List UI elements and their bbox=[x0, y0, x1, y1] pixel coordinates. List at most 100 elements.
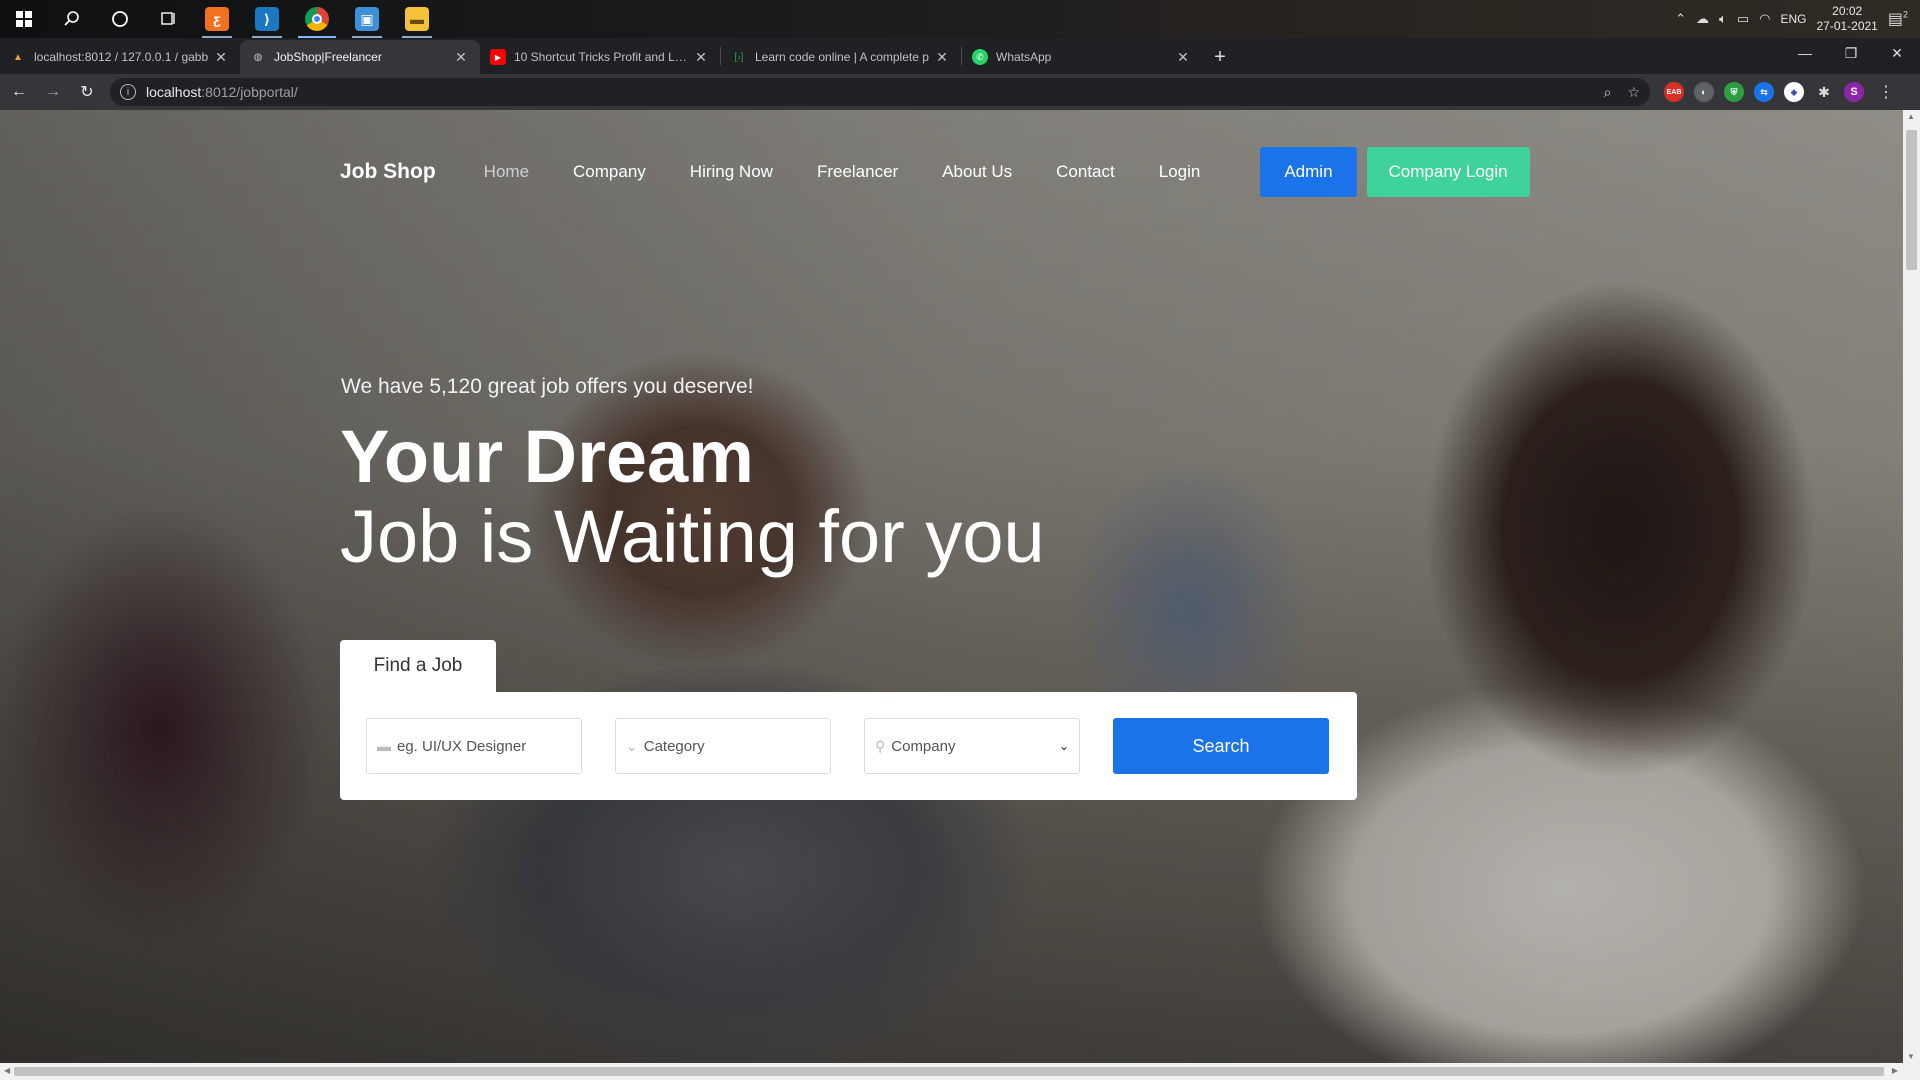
close-icon[interactable]: ✕ bbox=[1174, 49, 1192, 66]
keyword-input[interactable]: ▬ eg. UI/UX Designer bbox=[366, 718, 582, 774]
menu-kebab-icon[interactable]: ⋮ bbox=[1878, 82, 1894, 102]
clock[interactable]: 20:02 27-01-2021 bbox=[1816, 4, 1877, 34]
horizontal-scrollbar[interactable]: ◀ ▶ bbox=[0, 1063, 1920, 1080]
close-icon[interactable]: ✕ bbox=[212, 49, 230, 66]
vscode-icon: ⟩ bbox=[255, 7, 279, 31]
chevron-up-icon[interactable]: ⌃ bbox=[1675, 11, 1686, 27]
tab-title: WhatsApp bbox=[996, 50, 1052, 64]
volume-icon[interactable]: 🔈︎ bbox=[1719, 11, 1727, 27]
file-explorer-app[interactable]: ▬ bbox=[392, 0, 442, 38]
notification-icon[interactable]: ▤2 bbox=[1888, 9, 1908, 29]
vscode-app[interactable]: ⟩ bbox=[242, 0, 292, 38]
scroll-down-icon[interactable]: ▼ bbox=[1907, 1052, 1915, 1061]
hero-tagline: We have 5,120 great job offers you deser… bbox=[341, 375, 754, 398]
scroll-right-icon[interactable]: ▶ bbox=[1892, 1066, 1898, 1075]
tab-title: localhost:8012 / 127.0.0.1 / gabb bbox=[34, 50, 209, 64]
youtube-icon: ▶ bbox=[490, 49, 506, 65]
address-bar[interactable]: i localhost:8012/jobportal/ ⌕ ☆ bbox=[110, 78, 1650, 106]
shield-extension-icon[interactable]: ⛨ bbox=[1724, 82, 1744, 102]
company-select-value: Company bbox=[891, 737, 956, 755]
diamond-extension-icon[interactable]: ◆ bbox=[1784, 82, 1804, 102]
search-form: ▬ eg. UI/UX Designer ⌄ Category ⚲ Compan… bbox=[340, 692, 1357, 800]
briefcase-icon: ▬ bbox=[377, 738, 391, 754]
reload-icon[interactable]: ↻ bbox=[72, 77, 102, 107]
notification-count: 2 bbox=[1902, 9, 1908, 20]
wifi-icon[interactable]: ◠ bbox=[1759, 11, 1770, 27]
tab-learn-code[interactable]: [›] Learn code online | A complete p ✕ bbox=[721, 40, 961, 74]
brand-logo[interactable]: Job Shop bbox=[340, 160, 436, 184]
nav-company[interactable]: Company bbox=[573, 162, 646, 182]
close-icon[interactable]: ✕ bbox=[692, 49, 710, 66]
hero-headline-light: Job is Waiting for you bbox=[340, 495, 1045, 578]
nav-freelancer[interactable]: Freelancer bbox=[817, 162, 898, 182]
battery-icon[interactable]: ▭ bbox=[1737, 11, 1749, 27]
nav-login[interactable]: Login bbox=[1159, 162, 1201, 182]
new-tab-button[interactable]: + bbox=[1202, 40, 1238, 74]
onedrive-icon[interactable]: ☁ bbox=[1696, 11, 1709, 27]
chevron-down-icon: ⌄ bbox=[626, 737, 638, 754]
nav-about-us[interactable]: About Us bbox=[942, 162, 1012, 182]
select-arrow-icon: ⌄ bbox=[1058, 739, 1069, 753]
window-controls: — ❐ ✕ bbox=[1782, 38, 1920, 74]
job-search-panel: Find a Job ▬ eg. UI/UX Designer ⌄ Catego… bbox=[340, 640, 1357, 800]
puzzle-extensions-icon[interactable]: ✱ bbox=[1814, 82, 1834, 102]
close-icon[interactable]: ✕ bbox=[452, 49, 470, 66]
tab-whatsapp[interactable]: ✆ WhatsApp ✕ bbox=[962, 40, 1202, 74]
phpmyadmin-icon: ▲ bbox=[13, 51, 23, 63]
nav-home[interactable]: Home bbox=[484, 162, 529, 182]
language-indicator[interactable]: ENG bbox=[1780, 12, 1806, 26]
eab-extension-icon[interactable]: EAB bbox=[1664, 82, 1684, 102]
hero-text: We have 5,120 great job offers you deser… bbox=[340, 375, 1045, 577]
privacy-extension-icon[interactable]: ◐ bbox=[1694, 82, 1714, 102]
close-window-icon[interactable]: ✕ bbox=[1874, 38, 1920, 68]
restore-icon[interactable]: ❐ bbox=[1828, 38, 1874, 68]
xampp-icon: ƹ bbox=[205, 7, 229, 31]
forward-icon[interactable]: → bbox=[38, 77, 68, 107]
zoom-icon[interactable]: ⌕ bbox=[1604, 84, 1612, 101]
profile-avatar[interactable]: S bbox=[1844, 82, 1864, 102]
category-select[interactable]: ⌄ Category bbox=[615, 718, 831, 774]
browser-toolbar: ← → ↻ i localhost:8012/jobportal/ ⌕ ☆ EA… bbox=[0, 74, 1920, 110]
windows-taskbar: ƹ ⟩ ▣ ▬ ⌃ ☁ 🔈︎ ▭ ◠ ENG 20:02 27-01-2021 … bbox=[0, 0, 1920, 38]
extensions-bar: EAB ◐ ⛨ ⇆ ◆ ✱ S ⋮ bbox=[1664, 82, 1894, 102]
scroll-left-icon[interactable]: ◀ bbox=[4, 1066, 10, 1075]
back-icon[interactable]: ← bbox=[4, 77, 34, 107]
admin-button[interactable]: Admin bbox=[1260, 147, 1357, 197]
tab-jobshop[interactable]: ◍ JobShop|Freelancer ✕ bbox=[240, 40, 480, 74]
hero-background-photo bbox=[0, 110, 1903, 1063]
company-login-button[interactable]: Company Login bbox=[1366, 147, 1530, 197]
tab-title: 10 Shortcut Tricks Profit and Loss bbox=[514, 50, 692, 64]
translate-extension-icon[interactable]: ⇆ bbox=[1754, 82, 1774, 102]
tab-phpmyadmin[interactable]: ▲ localhost:8012 / 127.0.0.1 / gabb ✕ bbox=[0, 40, 240, 74]
windows-start-icon[interactable] bbox=[0, 0, 48, 38]
scroll-up-icon[interactable]: ▲ bbox=[1907, 112, 1915, 121]
search-button[interactable]: Search bbox=[1113, 718, 1329, 774]
tab-find-a-job[interactable]: Find a Job bbox=[340, 640, 496, 692]
system-tray: ⌃ ☁ 🔈︎ ▭ ◠ ENG 20:02 27-01-2021 ▤2 bbox=[1675, 0, 1920, 38]
close-icon[interactable]: ✕ bbox=[933, 49, 951, 66]
vertical-scrollbar[interactable]: ▲ ▼ bbox=[1903, 110, 1920, 1063]
clock-date: 27-01-2021 bbox=[1816, 19, 1878, 33]
minimize-icon[interactable]: — bbox=[1782, 38, 1828, 68]
vertical-scroll-thumb[interactable] bbox=[1906, 130, 1917, 270]
xampp-app[interactable]: ƹ bbox=[192, 0, 242, 38]
chrome-app[interactable] bbox=[292, 0, 342, 38]
nav-hiring-now[interactable]: Hiring Now bbox=[690, 162, 773, 182]
url-path: :8012/jobportal/ bbox=[201, 84, 298, 100]
search-icon[interactable] bbox=[48, 0, 96, 38]
cortana-circle-icon[interactable] bbox=[96, 0, 144, 38]
info-icon[interactable]: i bbox=[120, 84, 136, 100]
company-select[interactable]: ⚲ Company ⌄ bbox=[864, 718, 1080, 774]
control-panel-app[interactable]: ▣ bbox=[342, 0, 392, 38]
keyword-placeholder: eg. UI/UX Designer bbox=[397, 737, 527, 755]
bookmark-star-icon[interactable]: ☆ bbox=[1627, 84, 1640, 101]
task-view-icon[interactable] bbox=[144, 0, 192, 38]
whatsapp-icon: ✆ bbox=[972, 49, 988, 65]
nav-contact[interactable]: Contact bbox=[1056, 162, 1115, 182]
tab-youtube[interactable]: ▶ 10 Shortcut Tricks Profit and Loss ✕ bbox=[480, 40, 720, 74]
tab-title: Learn code online | A complete p bbox=[755, 50, 929, 64]
horizontal-scroll-thumb[interactable] bbox=[14, 1067, 1884, 1076]
code-icon: [›] bbox=[734, 51, 744, 63]
control-panel-icon: ▣ bbox=[355, 7, 379, 31]
browser-tab-strip: ▲ localhost:8012 / 127.0.0.1 / gabb ✕ ◍ … bbox=[0, 38, 1920, 74]
